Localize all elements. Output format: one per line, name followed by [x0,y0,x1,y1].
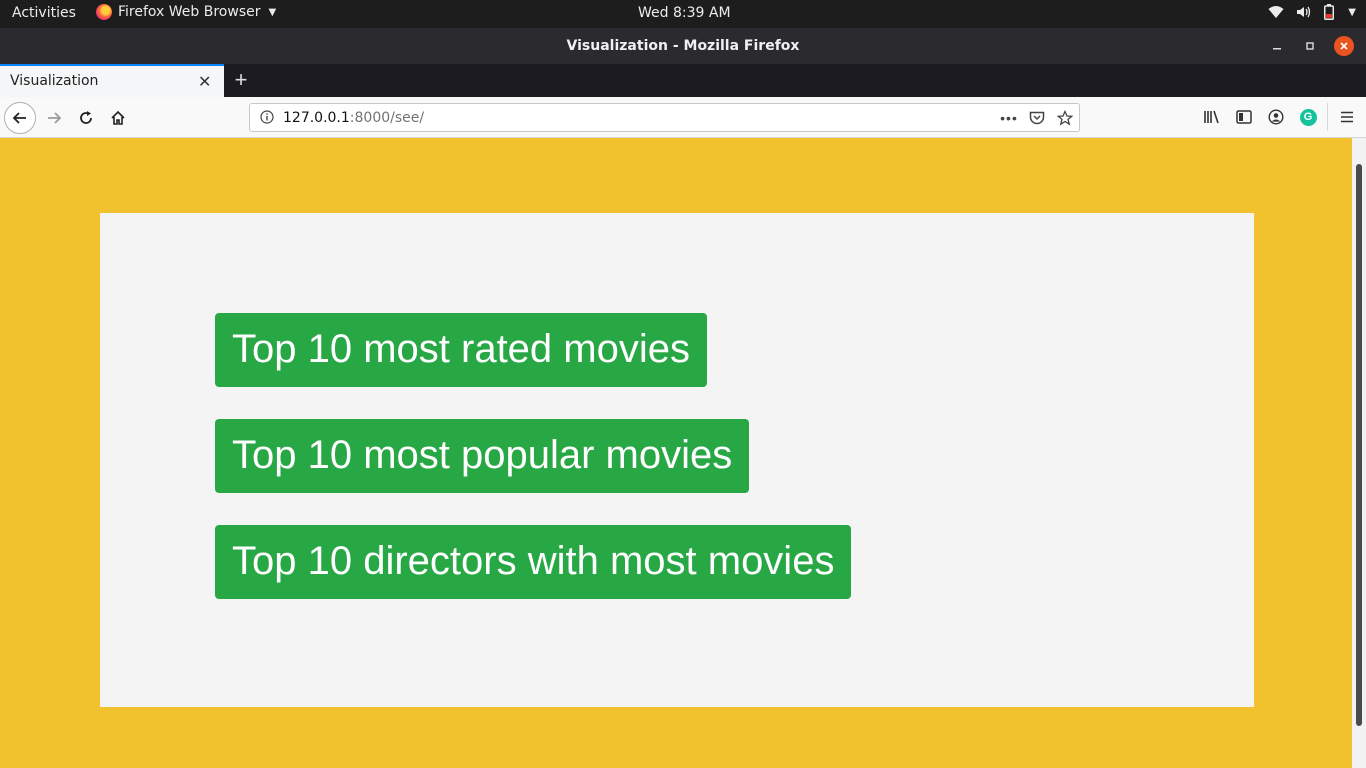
system-tray[interactable]: ▼ [1268,4,1356,20]
clock[interactable]: Wed 8:39 AM [638,5,731,21]
tab-close-icon[interactable]: ✕ [198,72,211,92]
window-title: Visualization - Mozilla Firefox [566,38,800,54]
page-scrollbar[interactable] [1352,138,1366,768]
system-top-bar: Activities Firefox Web Browser ▼ Wed 8:3… [0,0,1366,28]
url-path: :8000/see/ [349,110,425,126]
window-titlebar: Visualization - Mozilla Firefox [0,28,1366,64]
top-directors-button[interactable]: Top 10 directors with most movies [215,525,852,599]
wifi-icon [1268,5,1284,19]
tab-visualization[interactable]: Visualization ✕ [0,64,224,97]
app-menu[interactable]: Firefox Web Browser ▼ [96,4,276,20]
url-host: 127.0.0.1 [283,110,350,126]
info-icon[interactable] [260,110,274,129]
url-bar[interactable]: 127.0.0.1:8000/see/ ••• [249,103,1080,132]
home-icon[interactable] [104,104,132,132]
account-icon[interactable] [1266,107,1286,127]
bookmark-star-icon[interactable] [1055,109,1075,127]
top-rated-movies-button[interactable]: Top 10 most rated movies [215,313,707,387]
app-menu-label: Firefox Web Browser [118,4,261,20]
pocket-icon[interactable] [1027,109,1047,127]
grammarly-icon[interactable]: G [1298,107,1318,127]
system-menu-caret-icon: ▼ [1348,6,1356,18]
forward-arrow-icon[interactable] [40,104,68,132]
url-text[interactable]: 127.0.0.1:8000/see/ [283,110,424,126]
minimize-icon[interactable] [1267,36,1287,56]
reload-icon[interactable] [72,104,100,132]
grammarly-g-icon: G [1299,108,1317,126]
back-arrow-icon[interactable] [4,102,36,134]
firefox-icon [96,4,112,20]
window-close-icon[interactable] [1334,36,1354,56]
scrollbar-thumb[interactable] [1356,164,1362,726]
toolbar-separator [1327,103,1328,131]
tab-strip: Visualization ✕ + [0,64,1366,97]
top-popular-movies-button[interactable]: Top 10 most popular movies [215,419,750,493]
maximize-icon[interactable] [1300,36,1320,56]
sidebar-icon[interactable] [1234,107,1254,127]
new-tab-icon[interactable]: + [230,67,252,93]
caret-down-icon: ▼ [268,6,277,18]
navigation-toolbar: 127.0.0.1:8000/see/ ••• G [0,97,1366,138]
activities-button[interactable]: Activities [12,5,76,21]
tab-label: Visualization [10,73,99,89]
library-icon[interactable] [1202,107,1222,127]
page-actions-icon[interactable]: ••• [999,109,1019,127]
content-panel: Top 10 most rated movies Top 10 most pop… [100,213,1254,707]
hamburger-menu-icon[interactable] [1337,107,1357,127]
battery-icon [1324,4,1335,20]
volume-icon [1296,5,1312,19]
page-viewport: Top 10 most rated movies Top 10 most pop… [0,138,1352,768]
